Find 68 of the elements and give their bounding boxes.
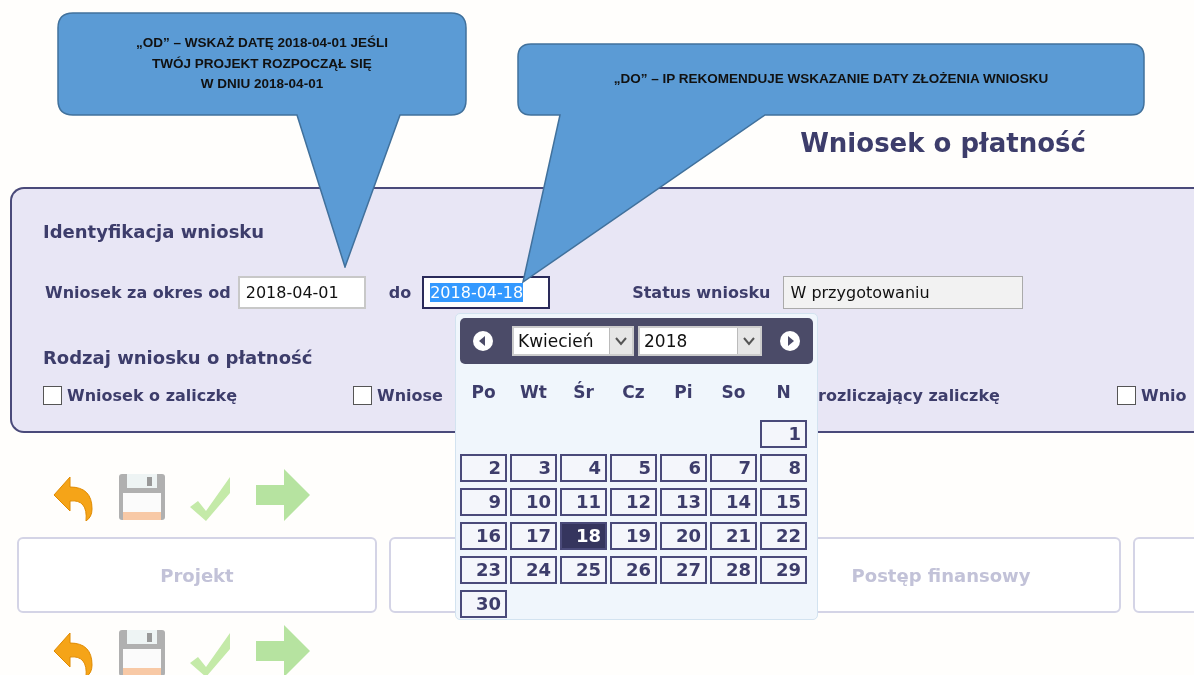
calendar-day[interactable]: 7 — [710, 454, 757, 482]
checkbox-label: rozliczający zaliczkę — [818, 386, 1000, 405]
calendar-day[interactable]: 18 — [560, 522, 607, 550]
calendar-day[interactable]: 4 — [560, 454, 607, 482]
calendar-day[interactable]: 24 — [510, 556, 557, 584]
calendar-day[interactable]: 14 — [710, 488, 757, 516]
weekday-label: Po — [470, 382, 497, 402]
calendar-day[interactable]: 25 — [560, 556, 607, 584]
field-label: Status wniosku — [632, 283, 771, 302]
calendar-day[interactable]: 19 — [610, 522, 657, 550]
calendar-day[interactable]: 29 — [760, 556, 807, 584]
calendar-day[interactable]: 30 — [460, 590, 507, 618]
calendar-day[interactable]: 16 — [460, 522, 507, 550]
calendar-day[interactable]: 23 — [460, 556, 507, 584]
section-heading: Rodzaj wniosku o płatność — [43, 347, 313, 368]
calendar-day[interactable]: 17 — [510, 522, 557, 550]
calendar-day[interactable]: 22 — [760, 522, 807, 550]
status-field: W przygotowaniu — [783, 276, 1024, 309]
undo-icon[interactable] — [52, 631, 94, 675]
calendar-day[interactable]: 3 — [510, 454, 557, 482]
caret-icon — [609, 328, 632, 354]
previous-month-icon[interactable] — [472, 330, 494, 352]
month-select[interactable]: Kwiecień — [512, 326, 634, 356]
calendar-day[interactable]: 1 — [760, 420, 807, 448]
calendar-day[interactable]: 9 — [460, 488, 507, 516]
calendar-day[interactable]: 10 — [510, 488, 557, 516]
calendar-day[interactable]: 28 — [710, 556, 757, 584]
calendar-day[interactable]: 6 — [660, 454, 707, 482]
weekday-label: N — [775, 382, 792, 402]
calendar-day[interactable]: 21 — [710, 522, 757, 550]
section-heading: Identyfikacja wniosku — [43, 221, 265, 242]
arrow-right-icon[interactable] — [256, 469, 310, 521]
calendar-day[interactable]: 11 — [560, 488, 607, 516]
calendar-day[interactable]: 13 — [660, 488, 707, 516]
field-label: do — [388, 283, 412, 302]
calendar-day[interactable]: 12 — [610, 488, 657, 516]
calendar-day[interactable]: 8 — [760, 454, 807, 482]
check-icon[interactable] — [190, 477, 232, 521]
calendar-day[interactable]: 5 — [610, 454, 657, 482]
callout-text: W DNIU 2018-04-01 — [200, 75, 324, 94]
callout-text: „DO” – IP REKOMENDUJE WSKAZANIE DATY ZŁOŻENIA WNIOSKU — [613, 70, 1049, 89]
next-month-icon[interactable] — [779, 330, 801, 352]
weekday-label: Śr — [572, 382, 595, 402]
checkbox[interactable] — [43, 386, 62, 405]
calendar-day[interactable]: 20 — [660, 522, 707, 550]
checkbox[interactable] — [1117, 386, 1136, 405]
arrow-right-icon[interactable] — [256, 625, 310, 675]
weekday-label: Wt — [519, 382, 548, 402]
weekday-label: So — [720, 382, 747, 402]
calendar-day[interactable]: 26 — [610, 556, 657, 584]
callout-text: TWÓJ PROJEKT ROZPOCZĄŁ SIĘ — [152, 54, 372, 73]
page-title: Wniosek o płatność — [800, 128, 1086, 158]
date-field[interactable]: 2018-04-01 — [237, 276, 366, 309]
field-label: Wniosek za okres od — [45, 283, 231, 302]
calendar-day[interactable]: 27 — [660, 556, 707, 584]
check-icon[interactable] — [190, 633, 232, 675]
undo-icon[interactable] — [52, 475, 94, 521]
year-select[interactable]: 2018 — [638, 326, 762, 356]
checkbox-label: Wniose — [377, 386, 443, 405]
callout-text: „OD” – WSKAŻ DATĘ 2018-04-01 JEŚLI — [136, 33, 388, 52]
caret-icon — [737, 328, 760, 354]
weekday-label: Pi — [673, 382, 694, 402]
calendar-day[interactable]: 15 — [760, 488, 807, 516]
checkbox-label: Wniosek o zaliczkę — [67, 386, 238, 405]
calendar-day[interactable]: 2 — [460, 454, 507, 482]
checkbox[interactable] — [353, 386, 372, 405]
checkbox-label: Wnio — [1141, 386, 1187, 405]
weekday-label: Cz — [621, 382, 646, 402]
